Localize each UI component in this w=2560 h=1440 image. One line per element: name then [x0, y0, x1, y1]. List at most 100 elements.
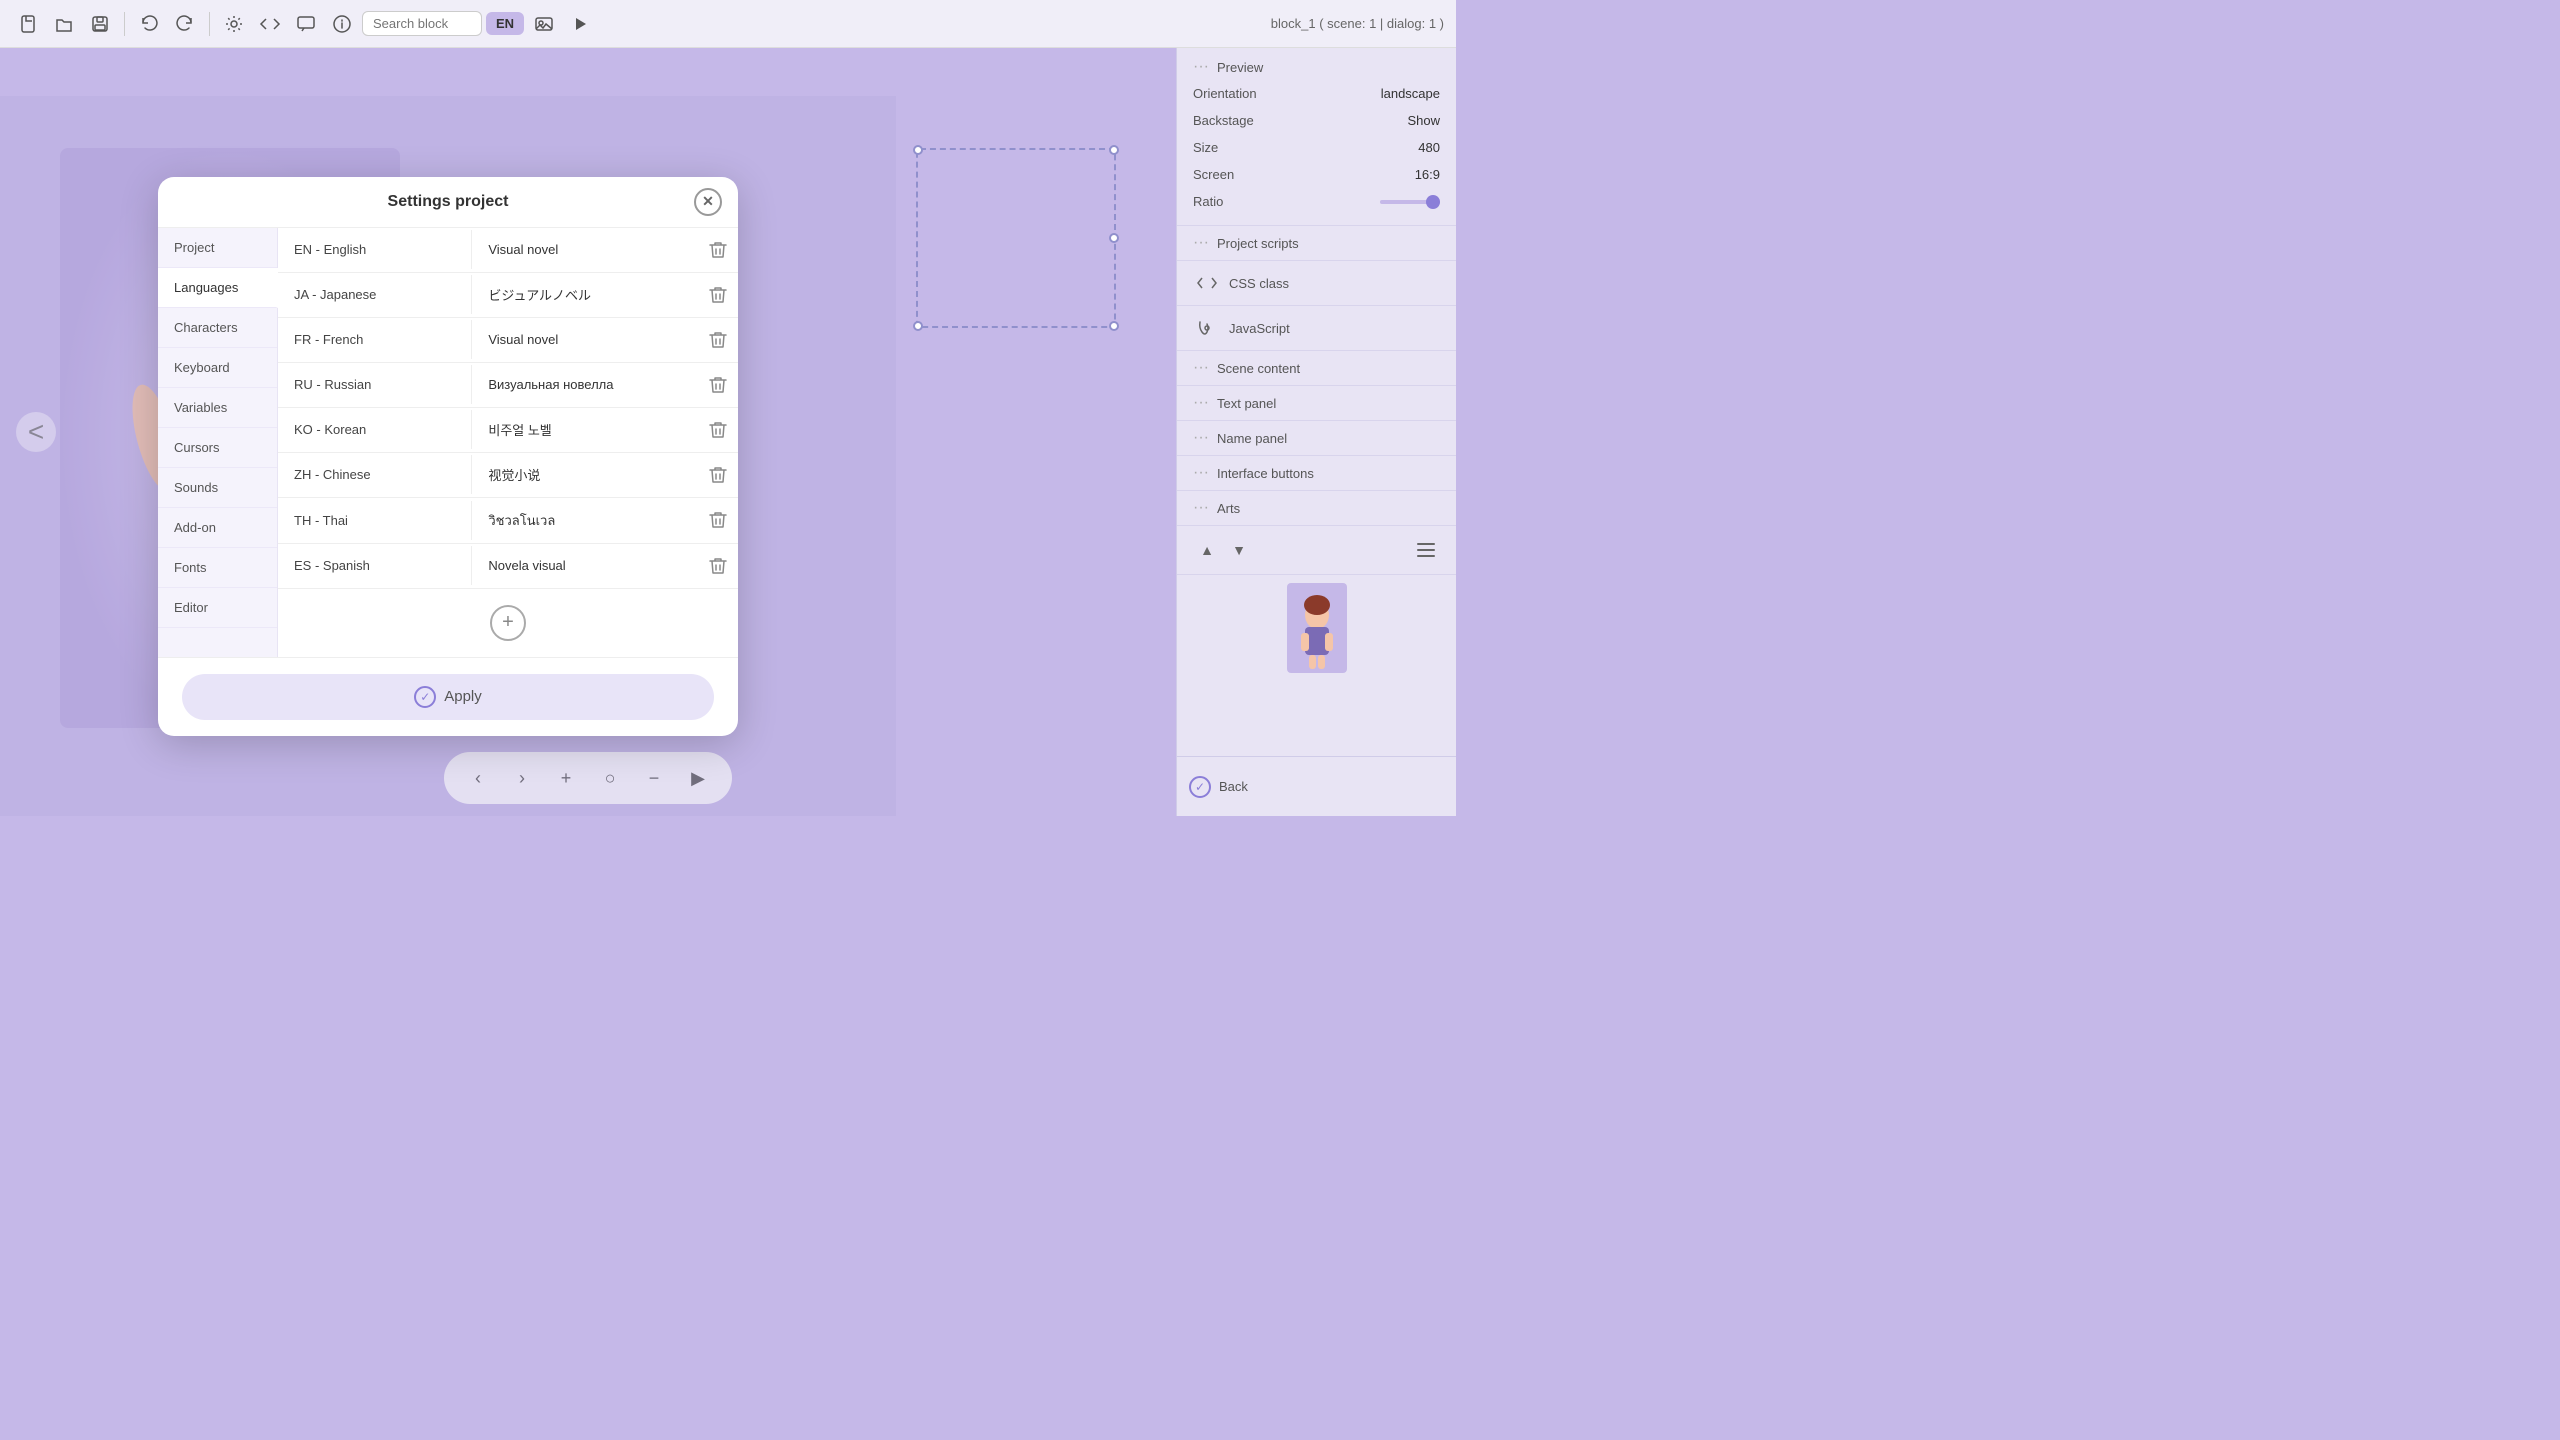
- apply-button[interactable]: ✓ Apply: [182, 674, 714, 720]
- lang-delete-button-0[interactable]: [698, 228, 738, 272]
- undo-button[interactable]: [133, 8, 165, 40]
- language-selector[interactable]: EN: [486, 12, 524, 35]
- lang-value-1: ビジュアルノベル: [472, 273, 698, 316]
- back-section: ✓ Back: [1189, 776, 1248, 798]
- name-panel-item[interactable]: ··· Name panel: [1177, 421, 1456, 456]
- sidebar-item-variables[interactable]: Variables: [158, 388, 277, 428]
- modal-body: Project Languages Characters Keyboard Va…: [158, 228, 738, 657]
- add-language-button[interactable]: +: [490, 605, 526, 641]
- toolbar: EN block_1 ( scene: 1 | dialog: 1 ): [0, 0, 1456, 48]
- back-label[interactable]: Back: [1219, 779, 1248, 794]
- scene-content-item[interactable]: ··· Scene content: [1177, 351, 1456, 386]
- lang-value-7: Novela visual: [472, 546, 698, 585]
- apply-check-icon: ✓: [414, 686, 436, 708]
- preview-section: ··· Preview Orientation landscape Backst…: [1177, 48, 1456, 226]
- selection-handle-tr[interactable]: [1109, 145, 1119, 155]
- selection-handle-tl[interactable]: [913, 145, 923, 155]
- block-info: block_1 ( scene: 1 | dialog: 1 ): [1271, 16, 1444, 31]
- lang-delete-button-1[interactable]: [698, 273, 738, 317]
- project-scripts-label: Project scripts: [1217, 236, 1299, 251]
- project-scripts-dots: ···: [1193, 234, 1209, 252]
- sidebar-item-keyboard[interactable]: Keyboard: [158, 348, 277, 388]
- language-row: KO - Korean 비주얼 노벨: [278, 408, 738, 453]
- reorder-section: ▲ ▼: [1177, 526, 1456, 575]
- language-row: JA - Japanese ビジュアルノベル: [278, 273, 738, 318]
- selection-handle-bl[interactable]: [913, 321, 923, 331]
- lang-delete-button-5[interactable]: [698, 453, 738, 497]
- javascript-label: JavaScript: [1229, 321, 1290, 336]
- selection-handle-mr[interactable]: [1109, 233, 1119, 243]
- orientation-row: Orientation landscape: [1193, 80, 1440, 107]
- preview-dots: ···: [1193, 58, 1209, 76]
- sidebar-item-editor[interactable]: Editor: [158, 588, 277, 628]
- modal-header: Settings project ✕: [158, 177, 738, 228]
- language-row: ZH - Chinese 视觉小说: [278, 453, 738, 498]
- preview-header: ··· Preview: [1193, 58, 1440, 76]
- lang-value-6: วิชวลโนเวล: [472, 498, 698, 543]
- modal-content: EN - English Visual novel JA - Japanese …: [278, 228, 738, 657]
- text-panel-item[interactable]: ··· Text panel: [1177, 386, 1456, 421]
- image-button[interactable]: [528, 8, 560, 40]
- language-row: EN - English Visual novel: [278, 228, 738, 273]
- sidebar-item-languages[interactable]: Languages: [158, 268, 278, 308]
- selection-handle-br[interactable]: [1109, 321, 1119, 331]
- lang-code-1: JA - Japanese: [278, 275, 472, 314]
- move-down-button[interactable]: ▼: [1225, 536, 1253, 564]
- orientation-value: landscape: [1381, 86, 1440, 101]
- back-check-icon: ✓: [1189, 776, 1211, 798]
- orientation-label: Orientation: [1193, 86, 1257, 101]
- lang-delete-button-7[interactable]: [698, 544, 738, 588]
- arts-dots: ···: [1193, 499, 1209, 517]
- sidebar-item-cursors[interactable]: Cursors: [158, 428, 277, 468]
- interface-buttons-dots: ···: [1193, 464, 1209, 482]
- project-scripts-item[interactable]: ··· Project scripts: [1177, 226, 1456, 261]
- sidebar-item-addon[interactable]: Add-on: [158, 508, 277, 548]
- bottom-right-panel: ✓ Back: [1176, 756, 1456, 816]
- javascript-item[interactable]: JavaScript: [1177, 306, 1456, 351]
- redo-button[interactable]: [169, 8, 201, 40]
- preview-label: Preview: [1217, 60, 1263, 75]
- info-button[interactable]: [326, 8, 358, 40]
- lang-delete-button-4[interactable]: [698, 408, 738, 452]
- character-thumbnail-area: [1177, 575, 1456, 681]
- lang-code-6: TH - Thai: [278, 501, 472, 540]
- lang-delete-button-2[interactable]: [698, 318, 738, 362]
- lang-code-0: EN - English: [278, 230, 472, 269]
- language-row: ES - Spanish Novela visual: [278, 544, 738, 589]
- play-button[interactable]: [564, 8, 596, 40]
- lang-value-5: 视觉小说: [472, 453, 698, 496]
- open-file-button[interactable]: [48, 8, 80, 40]
- move-up-button[interactable]: ▲: [1193, 536, 1221, 564]
- lang-delete-button-6[interactable]: [698, 498, 738, 542]
- modal-close-button[interactable]: ✕: [694, 188, 722, 216]
- scene-content-dots: ···: [1193, 359, 1209, 377]
- lang-delete-button-3[interactable]: [698, 363, 738, 407]
- size-value: 480: [1418, 140, 1440, 155]
- size-row: Size 480: [1193, 134, 1440, 161]
- screen-value: 16:9: [1415, 167, 1440, 182]
- languages-list: EN - English Visual novel JA - Japanese …: [278, 228, 738, 589]
- save-button[interactable]: [84, 8, 116, 40]
- interface-buttons-item[interactable]: ··· Interface buttons: [1177, 456, 1456, 491]
- separator-2: [209, 12, 210, 36]
- sidebar-item-project[interactable]: Project: [158, 228, 277, 268]
- modal-overlay: Settings project ✕ Project Languages Cha…: [0, 96, 896, 816]
- sidebar-item-characters[interactable]: Characters: [158, 308, 277, 348]
- lang-value-4: 비주얼 노벨: [472, 408, 698, 451]
- lang-code-5: ZH - Chinese: [278, 455, 472, 494]
- separator-1: [124, 12, 125, 36]
- right-panel: ··· Preview Orientation landscape Backst…: [1176, 48, 1456, 816]
- search-input[interactable]: [362, 11, 482, 36]
- hamburger-button[interactable]: [1412, 536, 1440, 564]
- text-panel-label: Text panel: [1217, 396, 1276, 411]
- code-button[interactable]: [254, 8, 286, 40]
- settings-button[interactable]: [218, 8, 250, 40]
- sidebar-item-sounds[interactable]: Sounds: [158, 468, 277, 508]
- ratio-slider[interactable]: [1380, 200, 1440, 204]
- sidebar-item-fonts[interactable]: Fonts: [158, 548, 277, 588]
- css-class-item[interactable]: CSS class: [1177, 261, 1456, 306]
- comment-button[interactable]: [290, 8, 322, 40]
- arts-item[interactable]: ··· Arts: [1177, 491, 1456, 526]
- new-file-button[interactable]: [12, 8, 44, 40]
- name-panel-label: Name panel: [1217, 431, 1287, 446]
